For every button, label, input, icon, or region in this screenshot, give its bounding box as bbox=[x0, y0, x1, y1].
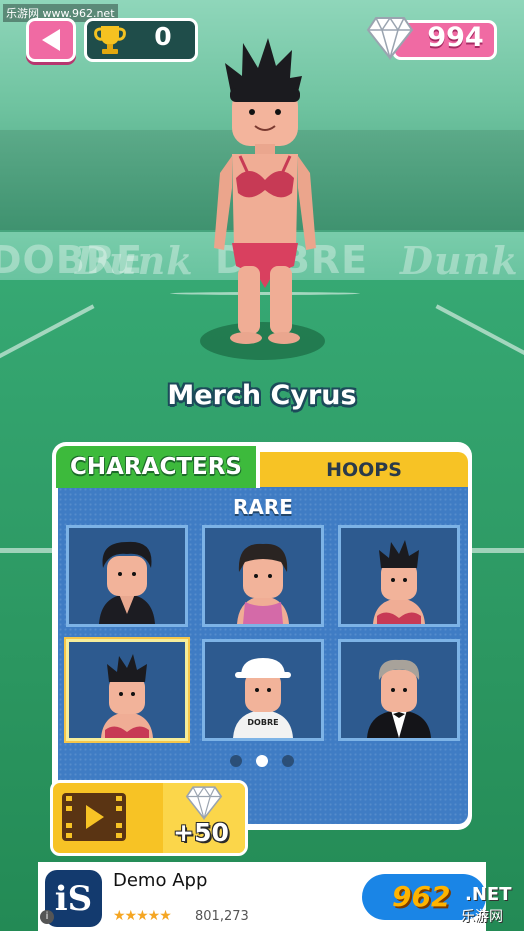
rating-stars: ★★★★★ bbox=[113, 908, 172, 924]
reward-amount: +50 bbox=[173, 818, 229, 847]
character-card[interactable] bbox=[338, 639, 460, 741]
rating-count: 801,273 bbox=[195, 909, 249, 924]
ad-info-icon[interactable]: i bbox=[40, 910, 54, 924]
character-card-selected[interactable] bbox=[66, 639, 188, 741]
watermark-logo-suffix: .NET bbox=[465, 884, 512, 905]
character-card[interactable] bbox=[66, 525, 188, 627]
banner-word: Dunk bbox=[75, 238, 194, 283]
page-dot[interactable] bbox=[282, 755, 294, 767]
back-button[interactable] bbox=[26, 18, 76, 62]
character-card[interactable]: DOBRE bbox=[202, 639, 324, 741]
diamond-icon bbox=[185, 786, 223, 820]
character-figure bbox=[214, 38, 316, 344]
tab-characters[interactable]: CHARACTERS bbox=[56, 446, 260, 488]
watermark-logo-site: 乐游网 bbox=[461, 909, 503, 925]
character-portrait bbox=[101, 654, 153, 738]
shirt-text: DOBRE bbox=[247, 718, 279, 727]
back-arrow-icon bbox=[42, 29, 60, 51]
ad-app-title[interactable]: Demo App bbox=[113, 870, 207, 891]
watermark-logo-number: 962 bbox=[392, 880, 451, 913]
gem-count: 994 bbox=[427, 22, 484, 53]
character-name: Merch Cyrus bbox=[167, 380, 357, 411]
page-dot[interactable] bbox=[230, 755, 242, 767]
diamond-icon bbox=[366, 16, 414, 60]
character-portrait bbox=[237, 543, 289, 624]
character-portrait bbox=[99, 541, 155, 624]
video-film-icon bbox=[62, 793, 126, 841]
banner-word: Dunk bbox=[400, 238, 519, 283]
rarity-label: RARE bbox=[233, 495, 293, 519]
character-portrait bbox=[373, 540, 425, 624]
trophy-count: 0 bbox=[154, 22, 172, 51]
character-card[interactable] bbox=[202, 525, 324, 627]
trophy-icon bbox=[94, 26, 126, 54]
character-card[interactable] bbox=[338, 525, 460, 627]
page-dot-active[interactable] bbox=[256, 755, 268, 767]
tab-hoops[interactable]: HOOPS bbox=[260, 452, 468, 487]
character-portrait bbox=[367, 659, 431, 738]
